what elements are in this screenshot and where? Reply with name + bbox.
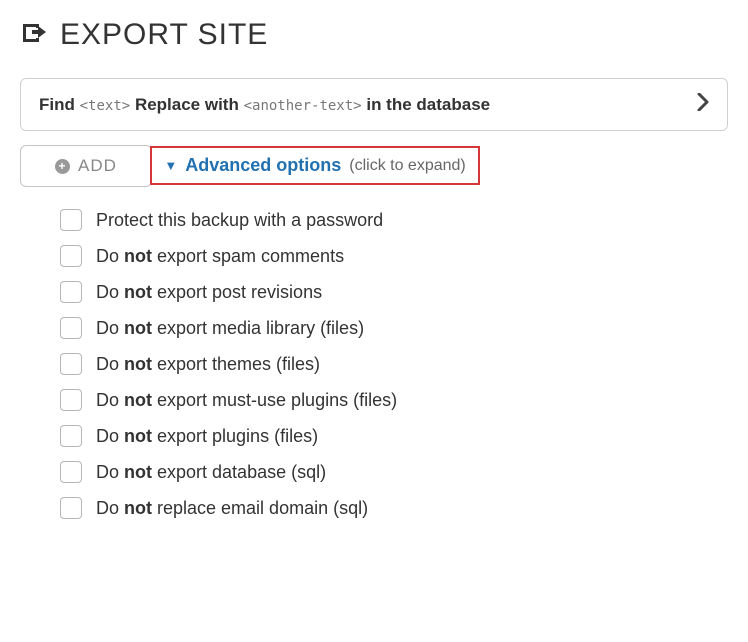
option-label: Protect this backup with a password [96,210,383,231]
option-row[interactable]: Do not export spam comments [60,245,728,267]
advanced-options-toggle[interactable]: ▼ Advanced options (click to expand) [150,146,479,185]
checkbox[interactable] [60,425,82,447]
plus-circle-icon: + [55,159,70,174]
option-row[interactable]: Do not replace email domain (sql) [60,497,728,519]
advanced-options-label: Advanced options [185,155,341,176]
checkbox[interactable] [60,497,82,519]
option-row[interactable]: Protect this backup with a password [60,209,728,231]
advanced-options-hint: (click to expand) [349,157,466,175]
option-label: Do not replace email domain (sql) [96,498,368,519]
add-button-label: ADD [78,156,117,176]
add-button[interactable]: + ADD [20,145,152,187]
page-title: EXPORT SITE [60,18,268,52]
checkbox[interactable] [60,461,82,483]
option-label: Do not export themes (files) [96,354,320,375]
option-label: Do not export plugins (files) [96,426,318,447]
checkbox[interactable] [60,389,82,411]
option-label: Do not export must-use plugins (files) [96,390,397,411]
checkbox[interactable] [60,209,82,231]
option-row[interactable]: Do not export post revisions [60,281,728,303]
find-replace-panel[interactable]: Find <text> Replace with <another-text> … [20,78,728,131]
checkbox[interactable] [60,353,82,375]
option-label: Do not export media library (files) [96,318,364,339]
advanced-options-list: Protect this backup with a password Do no… [20,209,728,519]
option-label: Do not export post revisions [96,282,322,303]
option-row[interactable]: Do not export media library (files) [60,317,728,339]
option-row[interactable]: Do not export plugins (files) [60,425,728,447]
option-label: Do not export database (sql) [96,462,326,483]
option-label: Do not export spam comments [96,246,344,267]
triangle-down-icon: ▼ [164,158,177,173]
option-row[interactable]: Do not export must-use plugins (files) [60,389,728,411]
option-row[interactable]: Do not export database (sql) [60,461,728,483]
page-header: EXPORT SITE [20,18,728,52]
find-replace-text: Find <text> Replace with <another-text> … [39,95,490,115]
export-icon [20,20,48,51]
option-row[interactable]: Do not export themes (files) [60,353,728,375]
checkbox[interactable] [60,317,82,339]
checkbox[interactable] [60,245,82,267]
checkbox[interactable] [60,281,82,303]
chevron-right-icon [697,93,709,116]
